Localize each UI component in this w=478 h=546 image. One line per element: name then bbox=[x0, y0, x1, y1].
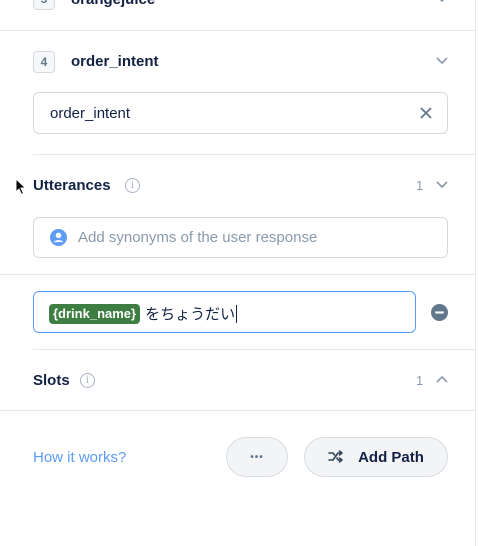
chevron-down-icon[interactable] bbox=[435, 56, 449, 66]
add-synonym-placeholder: Add synonyms of the user response bbox=[78, 229, 318, 246]
slots-title[interactable]: Slots bbox=[33, 372, 70, 389]
minus-circle-icon[interactable] bbox=[431, 304, 448, 321]
intent-name-input[interactable]: order_intent bbox=[33, 92, 448, 134]
more-options-label: ••• bbox=[250, 451, 264, 463]
add-synonym-input[interactable]: Add synonyms of the user response bbox=[33, 217, 448, 258]
utterance-entry-input[interactable]: {drink_name} をちょうだい bbox=[33, 291, 416, 333]
utterance-text: をちょうだい bbox=[145, 306, 236, 323]
utterance-entry-content: {drink_name} をちょうだい bbox=[49, 303, 238, 324]
divider bbox=[0, 30, 476, 31]
more-options-button[interactable]: ••• bbox=[226, 437, 288, 477]
close-icon[interactable] bbox=[419, 106, 433, 120]
intent-name-value: order_intent bbox=[50, 105, 131, 122]
chevron-down-icon[interactable] bbox=[435, 180, 449, 190]
mouse-pointer-icon bbox=[15, 178, 27, 196]
intent-title[interactable]: order_intent bbox=[71, 53, 159, 70]
add-path-label: Add Path bbox=[358, 448, 424, 466]
intent-editor-panel: 5 orangejuice 4 order_intent order_inten… bbox=[0, 0, 476, 546]
divider bbox=[33, 154, 476, 155]
divider bbox=[33, 349, 476, 350]
chevron-down-icon[interactable] bbox=[435, 0, 449, 4]
how-it-works-link[interactable]: How it works? bbox=[33, 449, 126, 466]
divider bbox=[0, 274, 476, 275]
info-icon[interactable]: i bbox=[125, 178, 140, 193]
slot-variable-tag[interactable]: {drink_name} bbox=[49, 303, 141, 324]
chevron-up-icon[interactable] bbox=[435, 374, 449, 384]
slots-count: 1 bbox=[416, 373, 424, 388]
item-number-badge: 5 bbox=[33, 0, 55, 10]
info-icon[interactable]: i bbox=[80, 373, 95, 388]
add-path-button[interactable]: Add Path bbox=[304, 437, 448, 477]
divider bbox=[0, 410, 476, 411]
item-number-badge: 4 bbox=[33, 51, 55, 73]
shuffle-icon bbox=[328, 450, 343, 463]
user-icon bbox=[50, 229, 67, 246]
item-title[interactable]: orangejuice bbox=[71, 0, 155, 8]
utterances-title[interactable]: Utterances bbox=[33, 177, 111, 194]
utterances-count: 1 bbox=[416, 178, 424, 193]
text-caret bbox=[236, 304, 238, 323]
